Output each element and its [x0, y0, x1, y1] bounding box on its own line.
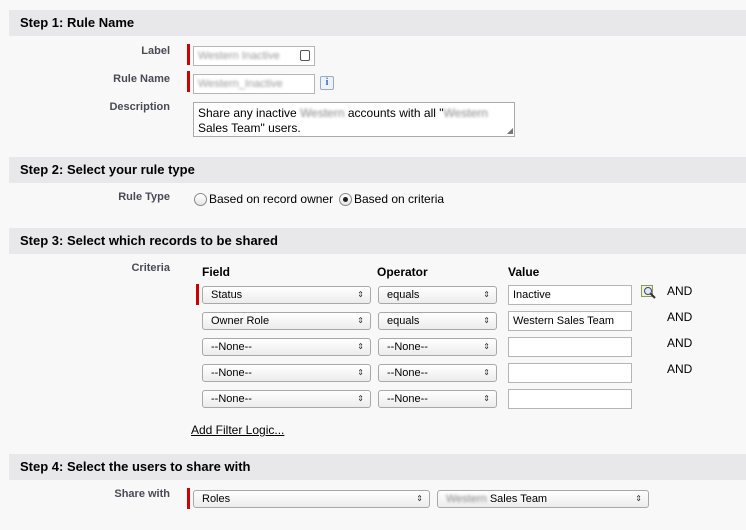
- updown-arrow-icon: ⇕: [357, 342, 364, 351]
- step1-header: Step 1: Rule Name: [9, 10, 746, 36]
- filter-field-value: Owner Role: [211, 315, 270, 327]
- updown-arrow-icon: ⇕: [416, 494, 423, 503]
- conjunction-and: AND: [667, 310, 693, 324]
- filter-operator-select-3[interactable]: --None-- ⇕: [378, 338, 497, 356]
- radio-criteria[interactable]: [339, 193, 352, 206]
- share-with-type-value: Roles: [202, 493, 231, 505]
- share-with-type-select[interactable]: Roles ⇕: [193, 490, 430, 508]
- updown-arrow-icon: ⇕: [483, 290, 490, 299]
- field-column-header: Field: [202, 265, 231, 279]
- info-icon[interactable]: i: [320, 76, 334, 90]
- filter-operator-select-1[interactable]: equals ⇕: [378, 286, 497, 304]
- filter-field-value: --None--: [211, 341, 252, 353]
- resize-handle-icon[interactable]: ◢: [507, 127, 513, 135]
- filter-field-value: Status: [211, 289, 243, 301]
- operator-column-header: Operator: [377, 265, 428, 279]
- required-marker: [196, 284, 199, 305]
- filter-value-input-2[interactable]: Western Sales Team: [508, 311, 632, 331]
- label-input[interactable]: Western Inactive: [193, 46, 315, 66]
- step3-header: Step 3: Select which records to be share…: [9, 228, 746, 254]
- lookup-icon[interactable]: [641, 285, 657, 301]
- filter-field-select-3[interactable]: --None-- ⇕: [202, 338, 371, 356]
- filter-operator-value: equals: [387, 289, 420, 301]
- conjunction-and: AND: [667, 362, 693, 376]
- filter-field-select-4[interactable]: --None-- ⇕: [202, 364, 371, 382]
- updown-arrow-icon: ⇕: [483, 368, 490, 377]
- description-textarea[interactable]: Share any inactive Western accounts with…: [193, 102, 515, 137]
- updown-arrow-icon: ⇕: [483, 394, 490, 403]
- description-redacted: Western: [300, 106, 345, 120]
- rule-name-input-value: Western_Inactive: [198, 78, 283, 90]
- required-marker: [187, 488, 190, 509]
- filter-value: Western Sales Team: [513, 315, 615, 327]
- share-target-value: Sales Team: [486, 493, 548, 505]
- add-filter-logic-link[interactable]: Add Filter Logic...: [191, 423, 284, 437]
- required-marker: [187, 44, 190, 65]
- filter-value-input-4[interactable]: [508, 363, 632, 383]
- filter-operator-value: --None--: [387, 393, 428, 405]
- filter-operator-select-4[interactable]: --None-- ⇕: [378, 364, 497, 382]
- rule-type-label: Rule Type: [118, 191, 170, 203]
- rule-name-label: Rule Name: [113, 73, 170, 85]
- description-line-2: Sales Team" users.: [198, 121, 301, 135]
- label-field-label: Label: [141, 45, 170, 57]
- updown-arrow-icon: ⇕: [357, 394, 364, 403]
- updown-arrow-icon: ⇕: [635, 494, 642, 503]
- updown-arrow-icon: ⇕: [483, 342, 490, 351]
- share-target-redacted: Western: [446, 493, 487, 505]
- filter-operator-value: equals: [387, 315, 420, 327]
- filter-operator-value: --None--: [387, 367, 428, 379]
- share-with-target-select[interactable]: Western Sales Team ⇕: [437, 490, 649, 508]
- filter-value-input-1[interactable]: Inactive: [508, 285, 632, 305]
- step4-header: Step 4: Select the users to share with: [9, 454, 746, 480]
- updown-arrow-icon: ⇕: [357, 368, 364, 377]
- description-redacted: Western: [443, 106, 488, 120]
- radio-record-owner-label: Based on record owner: [209, 192, 334, 206]
- share-with-label: Share with: [114, 488, 170, 500]
- filter-field-value: --None--: [211, 367, 252, 379]
- filter-value: Inactive: [513, 289, 551, 301]
- value-column-header: Value: [508, 265, 540, 279]
- updown-arrow-icon: ⇕: [483, 316, 490, 325]
- filter-operator-select-2[interactable]: equals ⇕: [378, 312, 497, 330]
- filter-field-select-5[interactable]: --None-- ⇕: [202, 390, 371, 408]
- filter-value-input-5[interactable]: [508, 389, 632, 409]
- updown-arrow-icon: ⇕: [357, 290, 364, 299]
- filter-field-value: --None--: [211, 393, 252, 405]
- criteria-label: Criteria: [131, 262, 170, 274]
- step2-header: Step 2: Select your rule type: [9, 157, 746, 183]
- rule-name-input[interactable]: Western_Inactive: [193, 74, 315, 94]
- updown-arrow-icon: ⇕: [357, 316, 364, 325]
- conjunction-and: AND: [667, 336, 693, 350]
- filter-value-input-3[interactable]: [508, 337, 632, 357]
- radio-record-owner[interactable]: [194, 193, 207, 206]
- filter-operator-value: --None--: [387, 341, 428, 353]
- description-line-1: Share any inactive Western accounts with…: [198, 106, 510, 121]
- filter-operator-select-5[interactable]: --None-- ⇕: [378, 390, 497, 408]
- description-text: accounts with all ": [344, 106, 444, 120]
- description-label: Description: [109, 101, 170, 113]
- description-text: Share any inactive: [198, 106, 301, 120]
- lock-icon: [300, 50, 310, 61]
- conjunction-and: AND: [667, 284, 693, 298]
- radio-criteria-label: Based on criteria: [354, 192, 445, 206]
- filter-field-select-2[interactable]: Owner Role ⇕: [202, 312, 371, 330]
- filter-field-select-1[interactable]: Status ⇕: [202, 286, 371, 304]
- required-marker: [187, 71, 190, 92]
- label-input-value: Western Inactive: [198, 50, 280, 62]
